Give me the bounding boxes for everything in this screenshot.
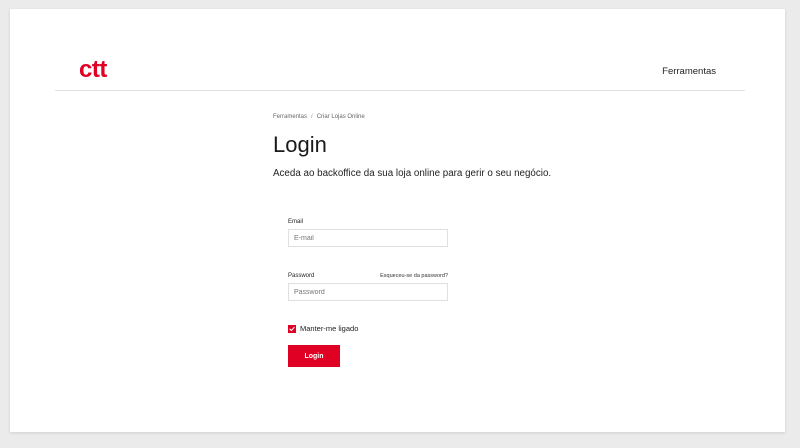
- checkmark-icon: [289, 326, 295, 331]
- breadcrumb-item-criar-lojas[interactable]: Criar Lojas Online: [317, 114, 365, 120]
- password-field: Password Esqueceu-se da password?: [288, 271, 448, 301]
- ctt-logo[interactable]: ctt: [79, 58, 107, 82]
- forgot-password-link[interactable]: Esqueceu-se da password?: [380, 273, 448, 279]
- logo-text: ctt: [79, 56, 107, 83]
- breadcrumb: Ferramentas / Criar Lojas Online: [273, 113, 693, 121]
- password-label-row: Password Esqueceu-se da password?: [288, 271, 448, 279]
- email-label: Email: [288, 219, 304, 225]
- breadcrumb-item-ferramentas[interactable]: Ferramentas: [273, 114, 307, 120]
- remember-me-checkbox[interactable]: [288, 324, 296, 333]
- page-title: Login: [273, 132, 327, 157]
- remember-me-row[interactable]: Manter-me ligado: [288, 324, 448, 333]
- site-header: [55, 9, 745, 91]
- page-card: ctt Ferramentas Ferramentas / Criar Lojas …: [10, 9, 785, 432]
- main-content: Ferramentas / Criar Lojas Online Login Ace…: [273, 113, 693, 179]
- login-button[interactable]: Login: [288, 345, 340, 367]
- page-subtitle: Aceda ao backoffice da sua loja online p…: [273, 168, 552, 179]
- password-label: Password: [288, 273, 315, 279]
- breadcrumb-separator: /: [311, 114, 313, 120]
- password-input[interactable]: [288, 283, 448, 301]
- login-form: Email Password Esqueceu-se da password? …: [288, 217, 448, 367]
- remember-me-label: Manter-me ligado: [300, 324, 359, 333]
- email-label-row: Email: [288, 217, 448, 225]
- email-input[interactable]: [288, 229, 448, 247]
- nav-link-ferramentas[interactable]: Ferramentas: [662, 66, 716, 77]
